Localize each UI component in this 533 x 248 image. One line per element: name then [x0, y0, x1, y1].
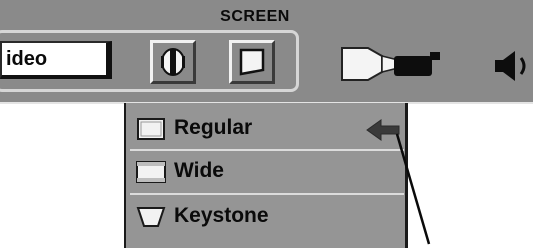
- wide-aspect-icon: [136, 161, 166, 183]
- menu-item-label: Keystone: [174, 204, 269, 227]
- keystone-frame-button[interactable]: [229, 40, 275, 84]
- keystone-frame-icon: [232, 43, 272, 81]
- keystone-icon: [136, 207, 166, 227]
- menu-divider: [130, 149, 404, 151]
- regular-aspect-icon: [137, 118, 165, 140]
- menu-item-label: Regular: [174, 116, 253, 139]
- input-source-field[interactable]: ideo: [0, 41, 112, 79]
- menu-item-wide[interactable]: Wide: [130, 154, 404, 191]
- menu-item-keystone[interactable]: Keystone: [130, 199, 404, 236]
- callout-line: [395, 133, 431, 245]
- menu-divider: [130, 193, 404, 195]
- screen-aspect-icon: [153, 43, 193, 81]
- menu-item-regular[interactable]: Regular: [130, 111, 404, 148]
- projector-icon: [341, 47, 440, 81]
- menu-title: SCREEN: [220, 8, 290, 25]
- menu-item-label: Wide: [174, 159, 224, 182]
- speaker-icon[interactable]: [493, 48, 533, 84]
- menu-bar: SCREEN ideo: [0, 0, 533, 104]
- screen-aspect-button[interactable]: [150, 40, 196, 84]
